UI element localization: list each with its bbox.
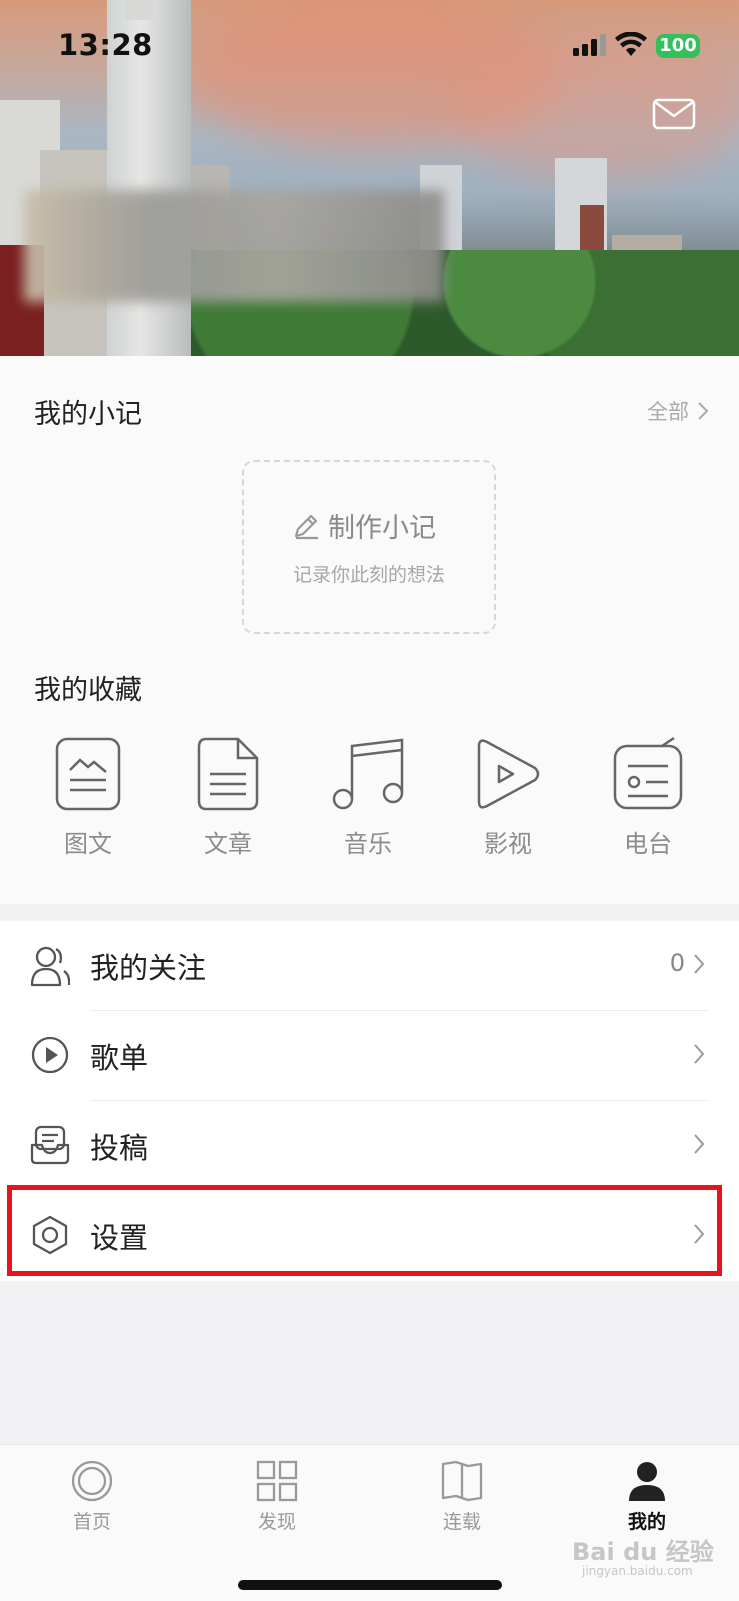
tab-discover[interactable]: 发现 <box>217 1459 337 1534</box>
menu-label: 我的关注 <box>90 951 207 985</box>
submit-icon <box>30 1125 70 1165</box>
chevron-right-icon <box>694 954 705 974</box>
favorites-title: 我的收藏 <box>34 675 142 706</box>
follow-count: 0 <box>669 949 685 977</box>
status-time: 13:28 <box>58 28 153 62</box>
video-icon <box>477 739 540 809</box>
pencil-icon <box>294 514 318 539</box>
chevron-right-icon <box>694 1044 705 1064</box>
make-note-label: 制作小记 <box>328 513 436 544</box>
favorites-row: 图文 文章 音乐 影视 电台 <box>0 736 739 876</box>
profile-icon <box>629 1462 665 1501</box>
tab-label: 首页 <box>72 1511 111 1533</box>
serial-icon <box>441 1460 483 1502</box>
content-panel: 我的小记 全部 制作小记 记录你此刻的想法 我的收藏 图文 文章 音乐 影视 电… <box>0 356 739 904</box>
make-note-subtitle: 记录你此刻的想法 <box>292 564 445 586</box>
wifi-icon <box>615 32 647 56</box>
chevron-right-icon <box>694 1134 705 1154</box>
fav-label: 音乐 <box>344 830 392 858</box>
fav-label: 影视 <box>484 830 532 858</box>
discover-icon <box>256 1460 298 1502</box>
fav-video[interactable]: 影视 <box>458 736 558 859</box>
menu-item-playlist[interactable]: 歌单 <box>0 1011 739 1101</box>
watermark-url: jingyan.baidu.com <box>582 1564 693 1578</box>
all-label: 全部 <box>647 400 689 424</box>
menu-label: 投稿 <box>90 1131 149 1165</box>
radio-icon <box>613 736 683 810</box>
menu-item-follow[interactable]: 我的关注 0 <box>0 921 739 1011</box>
follow-icon <box>30 946 70 987</box>
battery-indicator: 100 <box>656 34 700 58</box>
make-note-button[interactable]: 制作小记 记录你此刻的想法 <box>242 460 496 634</box>
status-bar: 13:28 100 <box>0 0 739 90</box>
tab-profile[interactable]: 我的 <box>587 1459 707 1534</box>
chevron-right-icon <box>698 402 709 420</box>
watermark: Bai du 经验 <box>572 1538 714 1566</box>
tab-label: 连载 <box>442 1511 481 1533</box>
tab-label: 发现 <box>257 1511 296 1533</box>
profile-header: 13:28 100 <box>0 0 739 356</box>
image-text-icon <box>55 737 121 811</box>
music-icon <box>332 738 404 810</box>
notes-all-link[interactable]: 全部 <box>647 396 709 426</box>
menu-label: 歌单 <box>90 1041 149 1075</box>
fav-image-text[interactable]: 图文 <box>38 736 138 859</box>
blurred-user-info <box>24 190 444 302</box>
fav-article[interactable]: 文章 <box>178 736 278 859</box>
menu-item-submit[interactable]: 投稿 <box>0 1101 739 1191</box>
tab-label: 我的 <box>627 1511 666 1533</box>
signal-icon <box>573 34 606 56</box>
mail-icon[interactable] <box>652 98 696 130</box>
fav-label: 图文 <box>64 830 112 858</box>
fav-radio[interactable]: 电台 <box>598 736 698 859</box>
playlist-icon <box>31 1036 69 1074</box>
fav-music[interactable]: 音乐 <box>318 736 418 859</box>
settings-highlight-box <box>7 1185 722 1276</box>
fav-label: 文章 <box>204 830 252 858</box>
home-indicator <box>238 1580 502 1590</box>
fav-label: 电台 <box>624 830 672 858</box>
article-icon <box>197 737 259 811</box>
notes-title: 我的小记 <box>34 399 142 430</box>
tab-serial[interactable]: 连载 <box>402 1459 522 1534</box>
tab-home[interactable]: 首页 <box>32 1459 152 1534</box>
home-icon <box>71 1460 113 1502</box>
make-note-title-row: 制作小记 <box>290 506 436 545</box>
